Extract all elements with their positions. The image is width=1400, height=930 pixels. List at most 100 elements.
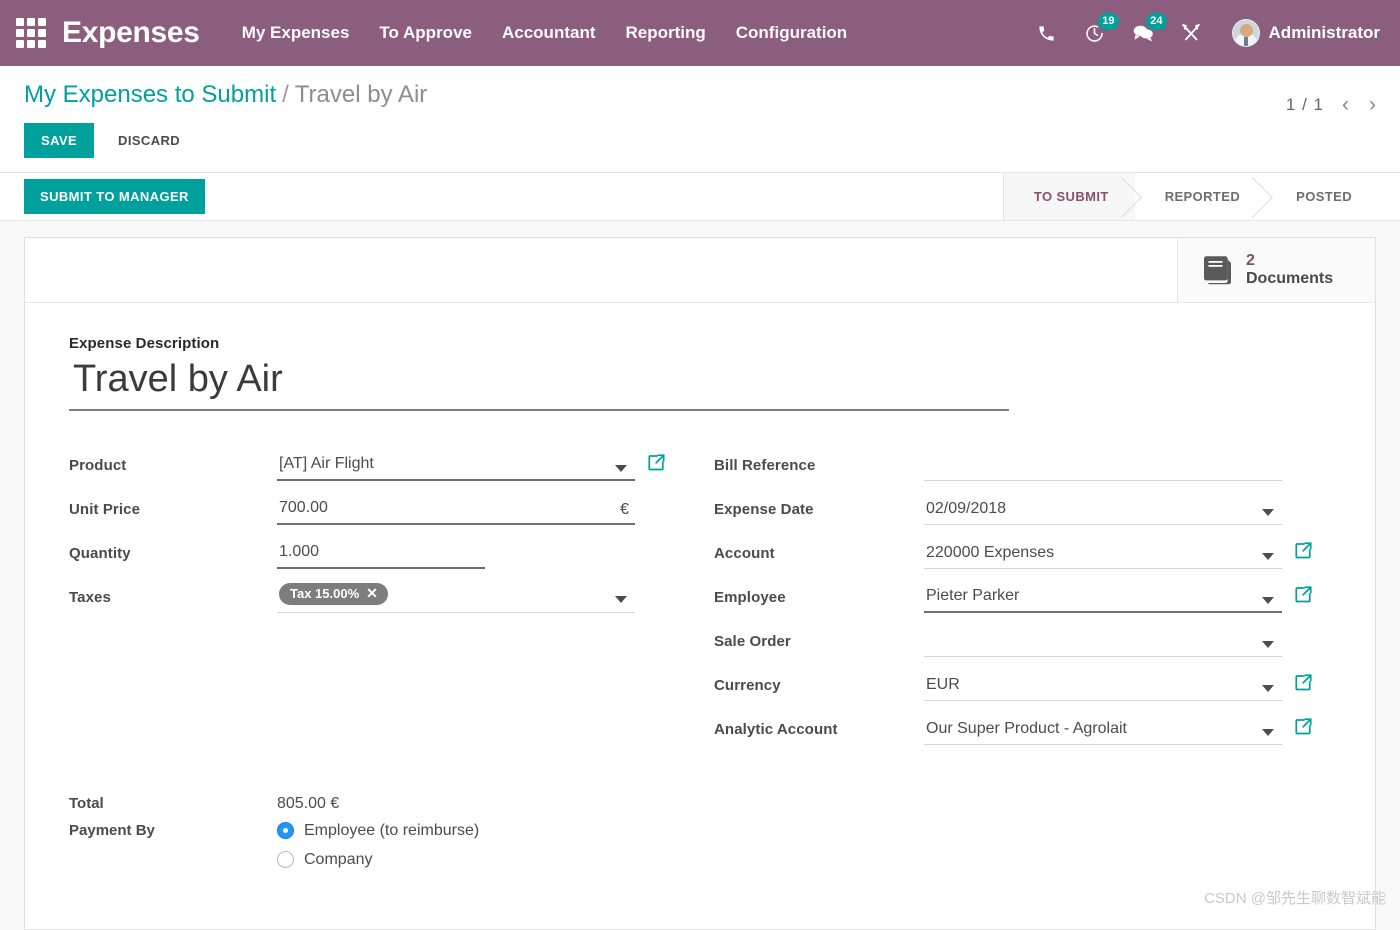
user-menu[interactable]: Administrator — [1232, 19, 1380, 47]
breadcrumb: My Expenses to Submit/Travel by Air — [24, 80, 427, 110]
field-analytic-account: Analytic Account — [714, 709, 1331, 745]
breadcrumb-root[interactable]: My Expenses to Submit — [24, 81, 276, 108]
apps-grid-icon[interactable] — [16, 18, 46, 48]
open-product-external-link-icon[interactable] — [647, 453, 666, 481]
save-button[interactable]: SAVE — [24, 123, 94, 158]
field-product-input[interactable] — [277, 454, 635, 481]
main-menu: My Expenses To Approve Accountant Report… — [242, 23, 848, 43]
record-pager: 1 / 1 ‹ › — [1286, 80, 1378, 115]
chevron-down-icon[interactable] — [1262, 553, 1274, 560]
field-sale-order-label: Sale Order — [714, 633, 924, 657]
chevron-down-icon[interactable] — [1262, 641, 1274, 648]
open-currency-external-link-icon[interactable] — [1294, 673, 1313, 701]
field-employee-input[interactable] — [924, 586, 1282, 613]
radio-employee-label: Employee (to reimburse) — [304, 822, 479, 840]
field-bill-reference: Bill Reference — [714, 445, 1331, 481]
menu-item-my-expenses[interactable]: My Expenses — [242, 23, 350, 43]
field-quantity-label: Quantity — [69, 545, 277, 569]
submit-to-manager-button[interactable]: SUBMIT TO MANAGER — [24, 179, 205, 214]
field-unit-price: Unit Price € — [69, 489, 686, 525]
field-bill-reference-label: Bill Reference — [714, 457, 924, 481]
chevron-down-icon[interactable] — [615, 596, 627, 603]
pager-count: 1 / 1 — [1286, 95, 1324, 115]
radio-option-employee[interactable]: Employee (to reimburse) — [277, 822, 479, 840]
payment-by-radio-group: Employee (to reimburse) Company — [277, 822, 479, 880]
breadcrumb-current: Travel by Air — [295, 81, 427, 108]
chevron-down-icon[interactable] — [615, 465, 627, 472]
open-employee-external-link-icon[interactable] — [1294, 585, 1313, 613]
app-brand-title[interactable]: Expenses — [62, 16, 200, 50]
field-account: Account — [714, 533, 1331, 569]
discard-button[interactable]: DISCARD — [104, 123, 194, 158]
radio-company-indicator[interactable] — [277, 851, 294, 868]
documents-smart-button[interactable]: 2 Documents — [1177, 238, 1375, 302]
tax-tag-remove-icon[interactable]: ✕ — [366, 586, 378, 600]
control-panel: My Expenses to Submit/Travel by Air 1 / … — [0, 66, 1400, 173]
open-account-external-link-icon[interactable] — [1294, 541, 1313, 569]
menu-item-reporting[interactable]: Reporting — [625, 23, 705, 43]
documents-book-icon — [1200, 255, 1234, 285]
field-payment-by-label: Payment By — [69, 822, 277, 839]
status-step-reported[interactable]: REPORTED — [1135, 173, 1266, 220]
watermark-text: CSDN @邹先生聊数智斌能 — [1204, 887, 1386, 908]
menu-item-accountant[interactable]: Accountant — [502, 23, 596, 43]
radio-employee-indicator[interactable] — [277, 822, 294, 839]
chevron-down-icon[interactable] — [1262, 597, 1274, 604]
tax-tag[interactable]: Tax 15.00% ✕ — [279, 583, 388, 605]
form-column-left: Product Unit Price — [69, 445, 686, 753]
navbar-systray: 19 24 Administrator — [1034, 19, 1380, 47]
messages-icon[interactable]: 24 — [1130, 20, 1156, 46]
field-total-value: 805.00 € — [277, 795, 339, 813]
status-step-to-submit[interactable]: TO SUBMIT — [1003, 173, 1135, 220]
form-column-right: Bill Reference Expense Date Account — [714, 445, 1331, 753]
field-currency: Currency — [714, 665, 1331, 701]
documents-label: Documents — [1246, 270, 1333, 287]
form-sheet: 2 Documents Expense Description Product — [24, 237, 1376, 930]
statusbar: TO SUBMIT REPORTED POSTED — [1003, 173, 1378, 220]
field-product: Product — [69, 445, 686, 481]
form-sheet-wrapper: 2 Documents Expense Description Product — [0, 221, 1400, 930]
expense-description-label: Expense Description — [69, 335, 1331, 352]
field-total-label: Total — [69, 795, 277, 812]
form-columns: Product Unit Price — [69, 445, 1331, 753]
menu-item-to-approve[interactable]: To Approve — [379, 23, 472, 43]
documents-count: 2 — [1246, 252, 1255, 269]
activity-clock-icon[interactable]: 19 — [1082, 20, 1108, 46]
radio-option-company[interactable]: Company — [277, 851, 479, 869]
field-taxes: Taxes Tax 15.00% ✕ — [69, 577, 686, 613]
pager-next-icon[interactable]: › — [1367, 94, 1378, 115]
field-analytic-account-input[interactable] — [924, 719, 1282, 745]
chevron-down-icon[interactable] — [1262, 729, 1274, 736]
field-sale-order-input[interactable] — [924, 631, 1282, 657]
field-quantity-input[interactable] — [277, 542, 485, 569]
totals-block: Total 805.00 € Payment By Employee (to r… — [69, 795, 1331, 880]
field-bill-reference-input[interactable] — [924, 455, 1282, 481]
avatar — [1232, 19, 1260, 47]
radio-company-label: Company — [304, 851, 372, 869]
developer-tools-icon[interactable] — [1178, 20, 1204, 46]
status-step-posted[interactable]: POSTED — [1266, 173, 1378, 220]
field-expense-date-label: Expense Date — [714, 501, 924, 525]
field-unit-price-input[interactable] — [277, 498, 635, 525]
tax-tag-label: Tax 15.00% — [290, 586, 359, 601]
currency-symbol: € — [620, 501, 629, 519]
field-account-input[interactable] — [924, 543, 1282, 569]
breadcrumb-separator: / — [282, 81, 289, 108]
expense-description-input[interactable] — [69, 358, 1009, 411]
field-account-label: Account — [714, 545, 924, 569]
username-label: Administrator — [1269, 23, 1380, 43]
field-payment-by: Payment By Employee (to reimburse) Compa… — [69, 822, 1331, 880]
menu-item-configuration[interactable]: Configuration — [736, 23, 847, 43]
field-unit-price-label: Unit Price — [69, 501, 277, 525]
open-analytic-account-external-link-icon[interactable] — [1294, 717, 1313, 745]
smart-button-box: 2 Documents — [25, 238, 1375, 303]
chevron-down-icon[interactable] — [1262, 509, 1274, 516]
field-currency-input[interactable] — [924, 675, 1282, 701]
pager-previous-icon[interactable]: ‹ — [1340, 94, 1351, 115]
phone-icon[interactable] — [1034, 20, 1060, 46]
field-expense-date-input[interactable] — [924, 499, 1282, 525]
field-employee: Employee — [714, 577, 1331, 613]
action-status-bar: SUBMIT TO MANAGER TO SUBMIT REPORTED POS… — [0, 173, 1400, 221]
top-navbar: Expenses My Expenses To Approve Accounta… — [0, 0, 1400, 66]
chevron-down-icon[interactable] — [1262, 685, 1274, 692]
